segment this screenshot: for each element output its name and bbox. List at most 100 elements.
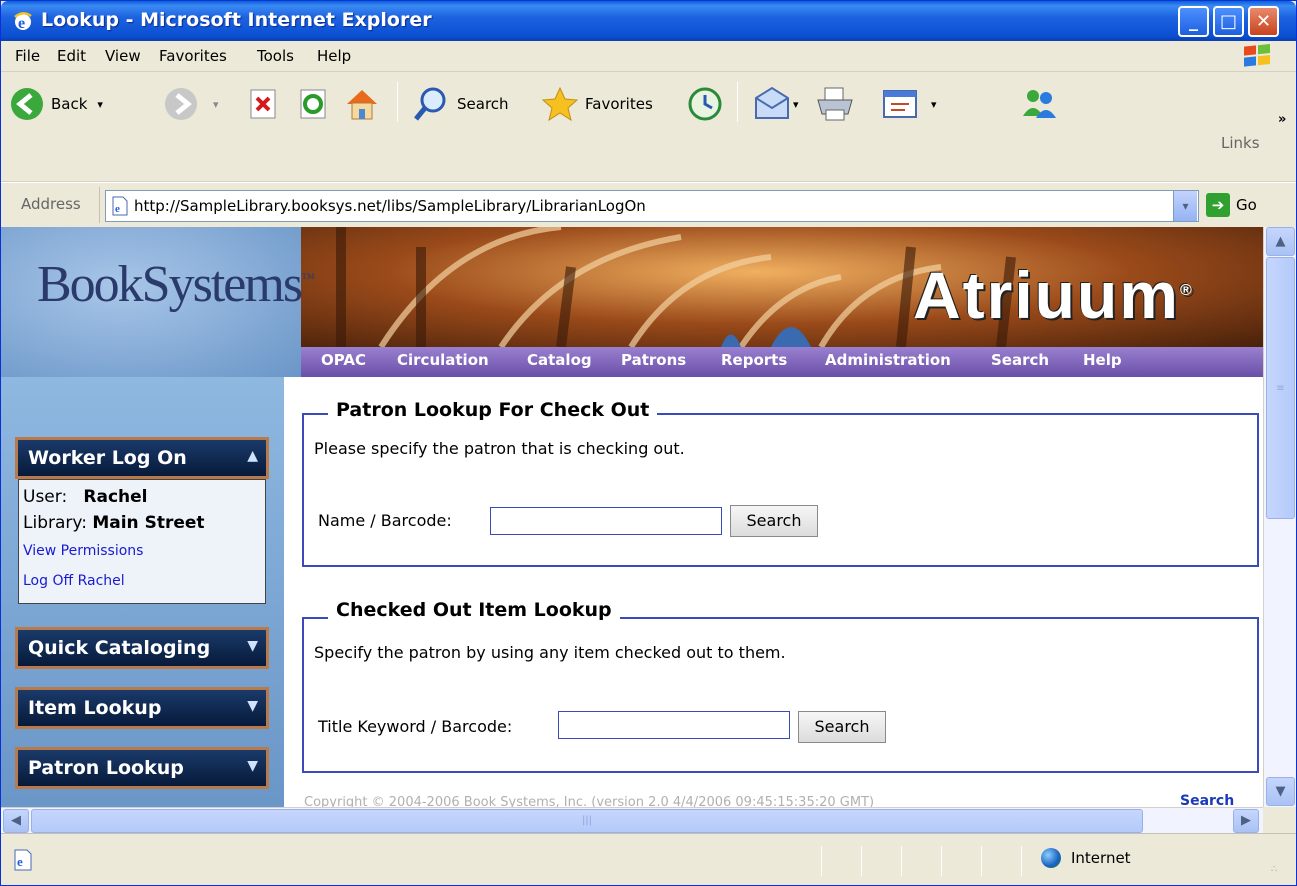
mail-button[interactable]: ▾ [753,86,799,122]
minimize-button[interactable]: _ [1178,6,1209,37]
stop-button[interactable] [247,88,279,120]
status-divider [821,846,822,876]
worker-log-on-body: User: Rachel Library: Main Street View P… [18,479,266,604]
title-keyword-barcode-input[interactable] [558,711,790,739]
atriuum-logo: Atriuum® [913,258,1194,332]
main-nav: OPAC Circulation Catalog Patrons Reports… [301,347,1263,377]
item-lookup-legend: Checked Out Item Lookup [328,599,620,621]
home-icon [347,90,377,120]
vertical-scrollbar[interactable]: ▲ ≡ ▼ [1263,227,1296,807]
svg-text:e: e [17,854,23,869]
refresh-button[interactable] [297,88,329,120]
patron-lookup-instruction: Please specify the patron that is checki… [314,439,685,458]
resize-grip-icon[interactable]: ∴ [1271,864,1278,875]
nav-patrons[interactable]: Patrons [621,351,686,369]
horizontal-scroll-thumb[interactable]: ||| [31,809,1143,833]
nav-reports[interactable]: Reports [721,351,787,369]
messenger-button[interactable] [1019,86,1059,122]
search-button[interactable]: Search [413,86,509,122]
copyright-text: Copyright © 2004-2006 Book Systems, Inc.… [304,795,875,807]
vertical-scroll-thumb[interactable]: ≡ [1266,257,1295,519]
window-title: Lookup - Microsoft Internet Explorer [41,9,432,31]
edit-button[interactable]: ▾ [881,86,937,122]
ie-window: e Lookup - Microsoft Internet Explorer _… [0,0,1297,886]
favorites-star-icon [541,86,579,122]
item-lookup-instruction: Specify the patron by using any item che… [314,643,786,662]
expand-caret-icon: ▼ [247,638,258,654]
menu-favorites[interactable]: Favorites [159,47,227,65]
search-label: Search [457,95,509,113]
svg-text:e: e [18,15,25,31]
maximize-button[interactable]: □ [1213,6,1244,37]
toolbar-separator [737,82,738,122]
nav-help[interactable]: Help [1083,351,1122,369]
address-input[interactable]: http://SampleLibrary.booksys.net/libs/Sa… [105,190,1199,222]
address-url: http://SampleLibrary.booksys.net/libs/Sa… [134,197,646,215]
patron-search-button[interactable]: Search [730,505,818,537]
sidebar: Worker Log On ▲ User: Rachel Library: Ma… [1,377,284,807]
address-separator [99,187,100,223]
nav-search[interactable]: Search [991,351,1049,369]
back-button[interactable]: Back ▾ [9,86,103,122]
collapse-caret-icon: ▲ [247,448,258,464]
print-button[interactable] [815,86,855,122]
page-viewport: BookSystems™ Atriuum® OPAC Circulation C… [1,227,1263,807]
windows-flag-icon [1244,44,1270,67]
scroll-up-arrow-icon[interactable]: ▲ [1266,227,1295,256]
user-line: User: Rachel [23,487,148,507]
worker-log-on-header[interactable]: Worker Log On ▲ [15,437,269,479]
menu-tools[interactable]: Tools [257,47,294,65]
forward-arrow-icon [165,88,197,120]
name-barcode-input[interactable] [490,507,722,535]
address-bar: Address http://SampleLibrary.booksys.net… [1,182,1296,227]
page-icon: e [112,196,128,216]
refresh-icon [300,89,326,119]
scroll-left-arrow-icon[interactable]: ◀ [3,809,29,833]
title-bar: e Lookup - Microsoft Internet Explorer _… [1,1,1296,41]
expand-caret-icon: ▼ [247,698,258,714]
toolbar-overflow-chevron-icon[interactable]: » [1278,112,1286,127]
item-lookup-header[interactable]: Item Lookup ▼ [15,687,269,729]
history-button[interactable] [687,86,723,122]
mail-icon [755,86,789,119]
go-button[interactable]: ➔ Go [1206,193,1257,217]
nav-administration[interactable]: Administration [825,351,951,369]
scroll-right-arrow-icon[interactable]: ▶ [1233,809,1259,833]
back-dropdown-icon[interactable]: ▾ [97,98,103,111]
nav-catalog[interactable]: Catalog [527,351,592,369]
patron-lookup-legend: Patron Lookup For Check Out [328,399,658,421]
messenger-icon [1023,90,1056,118]
home-button[interactable] [343,86,381,122]
status-divider [901,846,902,876]
favorites-button[interactable]: Favorites [541,86,653,122]
footer-search-link[interactable]: Search [1180,793,1234,807]
toolbar-separator [397,82,398,122]
nav-opac[interactable]: OPAC [321,351,366,369]
back-label: Back [51,95,88,113]
forward-button[interactable]: ▾ [163,86,219,122]
booksystems-logo: BookSystems™ [37,256,315,313]
item-search-button[interactable]: Search [798,711,886,743]
scroll-down-arrow-icon[interactable]: ▼ [1266,777,1295,806]
forward-dropdown-icon[interactable]: ▾ [213,98,219,111]
edit-page-icon [883,90,917,118]
log-off-link[interactable]: Log Off Rachel [23,566,265,596]
address-dropdown-icon[interactable]: ▾ [1173,191,1197,221]
mail-dropdown-icon[interactable]: ▾ [793,98,799,111]
internet-globe-icon [1041,848,1061,868]
menu-help[interactable]: Help [317,47,351,65]
menu-file[interactable]: File [15,47,40,65]
edit-dropdown-icon[interactable]: ▾ [931,98,937,111]
quick-cataloging-header[interactable]: Quick Cataloging ▼ [15,627,269,669]
view-permissions-link[interactable]: View Permissions [23,536,265,566]
toolbar: Back ▾ ▾ Search Favorites ▾ ▾ Links » [1,72,1296,182]
menu-edit[interactable]: Edit [57,47,86,65]
nav-circulation[interactable]: Circulation [397,351,489,369]
links-label[interactable]: Links [1221,134,1260,152]
close-button[interactable]: ✕ [1248,6,1279,37]
horizontal-scrollbar[interactable]: ◀ ||| ▶ [1,807,1263,833]
favorites-label: Favorites [585,95,653,113]
patron-lookup-header[interactable]: Patron Lookup ▼ [15,747,269,789]
patron-lookup-fieldset: Please specify the patron that is checki… [302,413,1259,567]
menu-view[interactable]: View [105,47,141,65]
